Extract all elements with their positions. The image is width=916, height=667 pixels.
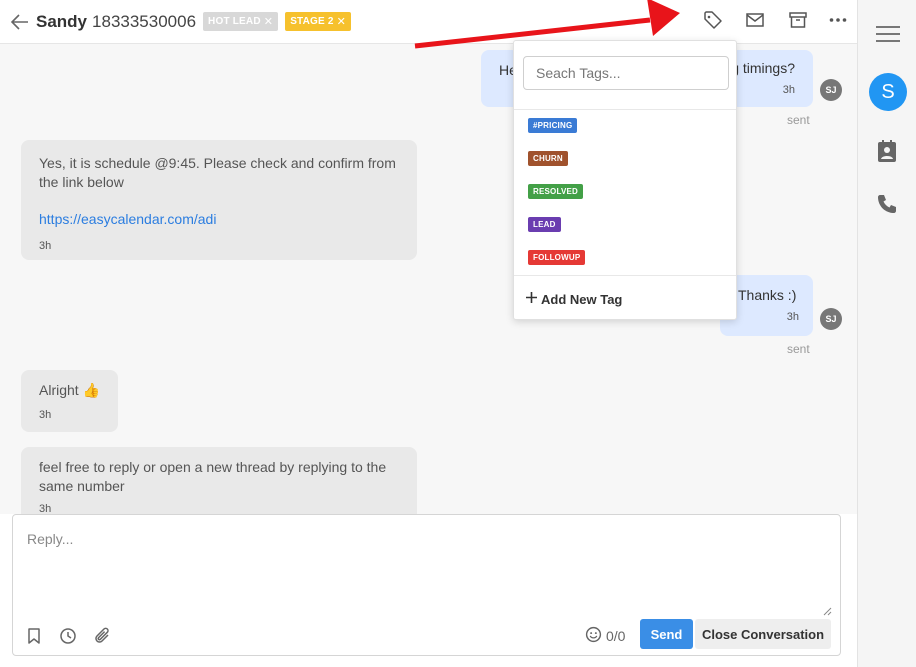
reply-box: 0/0 Send Close Conversation bbox=[12, 514, 841, 656]
tag-option-churn[interactable]: CHURN bbox=[528, 151, 568, 166]
message-text: Yes, it is schedule @9:45. Please check … bbox=[39, 155, 396, 190]
right-sidebar: S bbox=[857, 0, 916, 667]
more-options-icon[interactable] bbox=[828, 10, 848, 30]
message-text: Alright 👍 bbox=[39, 382, 101, 398]
reply-input[interactable] bbox=[13, 515, 840, 615]
search-tags-input[interactable] bbox=[523, 56, 729, 90]
stage-chip: STAGE 2 ✕ bbox=[285, 12, 352, 31]
remove-chip-icon[interactable]: ✕ bbox=[337, 15, 346, 28]
contact-name: Sandy bbox=[36, 11, 88, 31]
incoming-message: Yes, it is schedule @9:45. Please check … bbox=[21, 140, 417, 260]
message-time: 3h bbox=[39, 240, 52, 252]
add-new-tag-label: Add New Tag bbox=[541, 291, 623, 307]
incoming-message: Alright 👍 3h bbox=[21, 370, 118, 432]
mail-icon[interactable] bbox=[745, 10, 765, 30]
plus-icon bbox=[525, 291, 538, 307]
attachment-icon[interactable] bbox=[94, 627, 112, 645]
hot-lead-chip-label: HOT LEAD bbox=[208, 16, 261, 27]
bookmark-icon[interactable] bbox=[25, 627, 43, 645]
resize-grip-icon[interactable] bbox=[822, 603, 832, 616]
menu-icon[interactable] bbox=[875, 24, 901, 44]
emoji-icon[interactable] bbox=[585, 626, 602, 646]
archive-icon[interactable] bbox=[788, 10, 808, 30]
message-time: 3h bbox=[786, 311, 799, 323]
message-text: feel free to reply or open a new thread … bbox=[39, 459, 387, 494]
message-time: 3h bbox=[782, 84, 795, 96]
back-arrow-icon[interactable] bbox=[10, 12, 30, 32]
divider bbox=[514, 275, 736, 276]
incoming-message: feel free to reply or open a new thread … bbox=[21, 447, 417, 514]
message-time: 3h bbox=[39, 409, 52, 421]
message-time: 3h bbox=[39, 503, 52, 514]
message-status: sent bbox=[787, 342, 810, 356]
tag-option-resolved[interactable]: RESOLVED bbox=[528, 184, 584, 199]
conversation-header: Sandy 18333530006 HOT LEAD ✕ STAGE 2 ✕ bbox=[0, 0, 857, 44]
tag-dropdown: #PRICING CHURN RESOLVED LEAD FOLLOWUP Ad… bbox=[513, 40, 737, 320]
message-status: sent bbox=[787, 113, 810, 127]
message-link[interactable]: https://easycalendar.com/adi bbox=[39, 210, 399, 229]
send-button[interactable]: Send bbox=[640, 619, 693, 649]
clock-icon[interactable] bbox=[59, 627, 77, 645]
tag-icon[interactable] bbox=[703, 10, 723, 30]
message-text: Thanks :) bbox=[738, 287, 797, 303]
contact-phone: 18333530006 bbox=[92, 11, 197, 31]
tag-option-lead[interactable]: LEAD bbox=[528, 217, 561, 232]
hot-lead-chip: HOT LEAD ✕ bbox=[203, 12, 279, 31]
message-text-end: g timings? bbox=[731, 60, 795, 76]
agent-avatar: SJ bbox=[820, 79, 842, 101]
counter-value: 0/0 bbox=[606, 628, 626, 644]
add-new-tag-button[interactable]: Add New Tag bbox=[525, 291, 622, 307]
divider bbox=[514, 109, 736, 110]
character-counter: 0/0 bbox=[585, 626, 625, 646]
close-conversation-button[interactable]: Close Conversation bbox=[695, 619, 831, 649]
tag-option-followup[interactable]: FOLLOWUP bbox=[528, 250, 586, 265]
phone-icon[interactable] bbox=[876, 193, 898, 215]
tag-option-pricing[interactable]: #PRICING bbox=[528, 118, 578, 133]
contact-card-icon[interactable] bbox=[876, 139, 898, 162]
stage-chip-label: STAGE 2 bbox=[290, 16, 334, 27]
contact-avatar[interactable]: S bbox=[869, 73, 907, 111]
remove-chip-icon[interactable]: ✕ bbox=[264, 15, 273, 28]
agent-avatar: SJ bbox=[820, 308, 842, 330]
